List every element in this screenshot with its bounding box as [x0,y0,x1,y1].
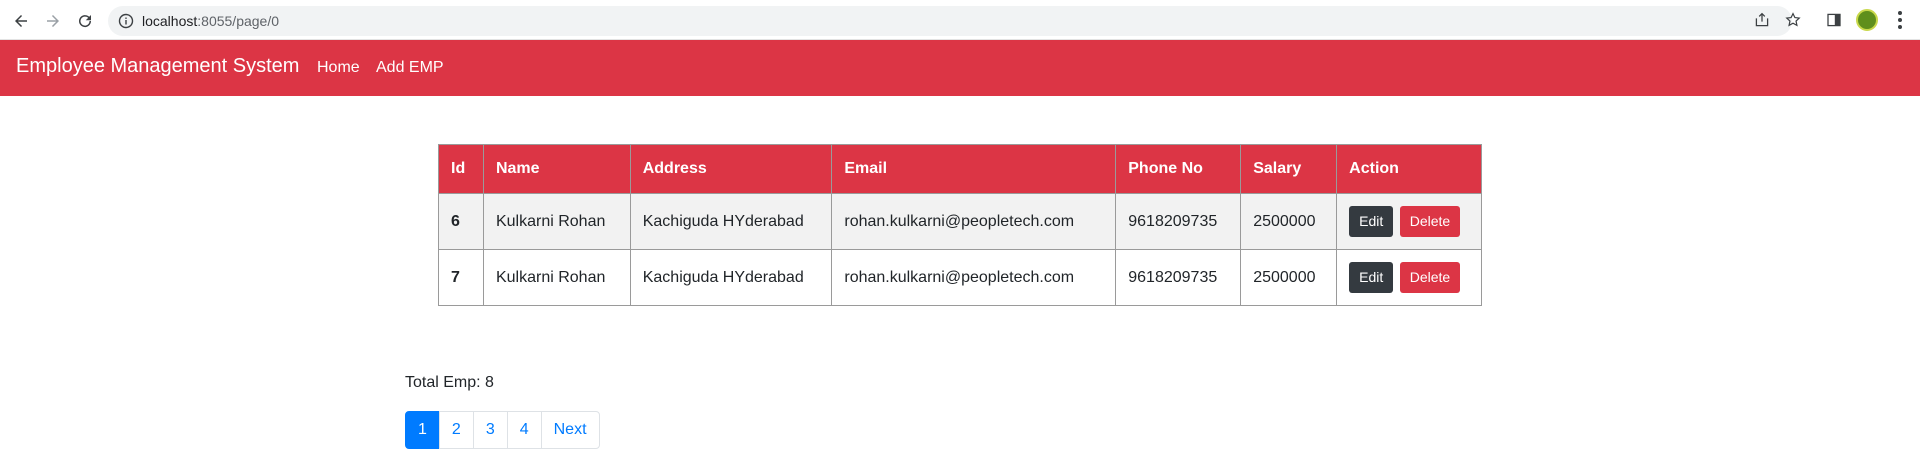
table-row: 6 Kulkarni Rohan Kachiguda HYderabad roh… [438,193,1482,250]
delete-button[interactable]: Delete [1399,262,1461,293]
reload-icon[interactable] [72,8,98,34]
cell-action: Edit Delete [1336,193,1482,250]
cell-address: Kachiguda HYderabad [629,249,833,306]
cell-email: rohan.kulkarni@peopletech.com [831,193,1117,250]
column-header-salary: Salary [1240,144,1338,194]
column-header-name: Name [482,144,631,194]
cell-address: Kachiguda HYderabad [629,193,833,250]
page-link-4[interactable]: 4 [506,411,542,449]
nav-link-home[interactable]: Home [317,59,360,77]
total-employees-text: Total Emp: 8 [405,374,494,391]
cell-name: Kulkarni Rohan [482,193,631,250]
cell-salary: 2500000 [1240,249,1338,306]
forward-icon[interactable] [40,8,66,34]
cell-phone: 9618209735 [1115,193,1242,250]
edit-button[interactable]: Edit [1349,262,1394,293]
column-header-action: Action [1336,144,1482,194]
column-header-phone: Phone No [1115,144,1242,194]
column-header-address: Address [629,144,833,194]
nav-link-add-emp[interactable]: Add EMP [376,59,444,77]
column-header-id: Id [438,144,484,194]
bookmark-star-icon[interactable] [1783,10,1803,30]
page-link-1[interactable]: 1 [405,411,440,449]
edit-button[interactable]: Edit [1349,206,1394,237]
browser-menu-icon[interactable] [1890,9,1910,31]
app-navbar: Employee Management System Home Add EMP [0,40,1920,96]
cell-phone: 9618209735 [1115,249,1242,306]
cell-id: 7 [438,249,484,306]
delete-button[interactable]: Delete [1399,206,1461,237]
column-header-email: Email [831,144,1117,194]
profile-avatar[interactable] [1856,9,1878,31]
employee-table: Id Name Address Email Phone No Salary Ac… [438,144,1482,306]
table-header-row: Id Name Address Email Phone No Salary Ac… [438,144,1482,194]
pagination: 1 2 3 4 Next [405,411,600,449]
site-info-icon[interactable] [118,13,134,29]
table-row: 7 Kulkarni Rohan Kachiguda HYderabad roh… [438,249,1482,306]
url-path: :8055/page/0 [197,13,280,29]
brand-title[interactable]: Employee Management System [16,55,299,78]
url-host: localhost [142,13,198,29]
next-page-button[interactable]: Next [540,411,600,449]
url-text[interactable]: localhost:8055/page/0 [142,13,279,29]
cell-action: Edit Delete [1336,249,1482,306]
cell-email: rohan.kulkarni@peopletech.com [831,249,1117,306]
address-bar[interactable]: localhost:8055/page/0 [108,6,1792,36]
page-link-3[interactable]: 3 [472,411,508,449]
back-icon[interactable] [8,8,34,34]
cell-salary: 2500000 [1240,193,1338,250]
cell-name: Kulkarni Rohan [482,249,631,306]
cell-id: 6 [438,193,484,250]
browser-toolbar: localhost:8055/page/0 [0,0,1920,40]
share-icon[interactable] [1752,10,1772,30]
page-link-2[interactable]: 2 [438,411,474,449]
side-panel-icon[interactable] [1824,10,1844,30]
